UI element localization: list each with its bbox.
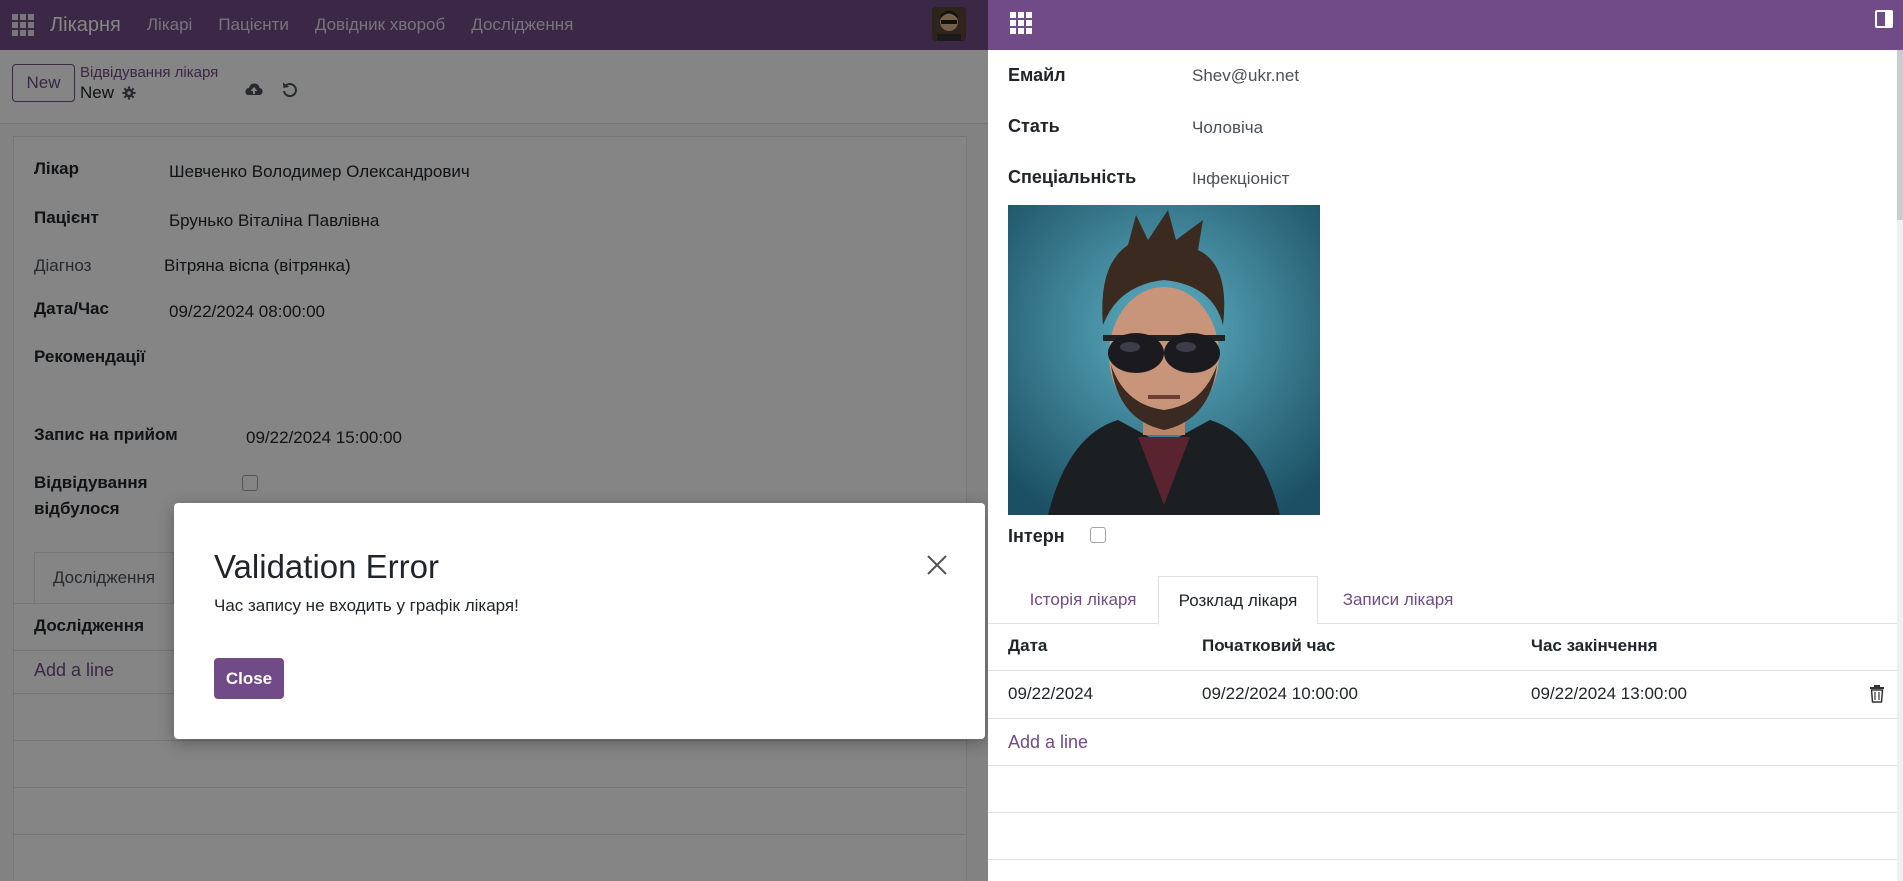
doctor-photo[interactable] (1008, 205, 1320, 515)
column-header-date[interactable]: Дата (1008, 636, 1047, 656)
tab-doctor-history[interactable]: Історія лікаря (1008, 576, 1158, 624)
tab-doctor-records[interactable]: Записи лікаря (1318, 576, 1478, 624)
add-line-link[interactable]: Add a line (1008, 732, 1088, 753)
tab-doctor-schedule[interactable]: Розклад лікаря (1158, 576, 1318, 625)
sidebar-toggle-icon[interactable] (1875, 10, 1893, 28)
specialty-label: Спеціальність (1008, 167, 1137, 187)
left-pane: Лікарня Лікарі Пацієнти Довідник хвороб … (0, 0, 988, 881)
table-divider (988, 670, 1903, 671)
dialog-message: Час запису не входить у графік лікаря! (214, 596, 519, 615)
doctor-tabs: Історія лікаря Розклад лікаря Записи лік… (988, 576, 1903, 625)
column-header-end-time[interactable]: Час закінчення (1531, 636, 1658, 656)
close-icon[interactable] (925, 553, 949, 577)
intern-checkbox[interactable] (1090, 527, 1106, 543)
column-header-start-time[interactable]: Початковий час (1202, 636, 1335, 656)
email-field[interactable]: Shev@ukr.net (1192, 66, 1299, 86)
right-topbar (988, 0, 1903, 50)
dialog-title: Validation Error (214, 548, 439, 585)
table-divider (988, 812, 1903, 813)
table-divider (988, 765, 1903, 766)
cell-end-time[interactable]: 09/22/2024 13:00:00 (1531, 684, 1687, 704)
gender-field[interactable]: Чоловіча (1192, 118, 1263, 138)
scrollbar-thumb[interactable] (1897, 50, 1903, 220)
specialty-field[interactable]: Інфекціоніст (1192, 169, 1289, 189)
table-divider (988, 718, 1903, 719)
validation-error-dialog: Validation Error Час запису не входить у… (174, 503, 985, 739)
table-divider (988, 859, 1903, 860)
intern-label: Інтерн (1008, 526, 1065, 546)
right-pane: Емайл Shev@ukr.net Стать Чоловіча Спеціа… (988, 0, 1903, 881)
email-label: Емайл (1008, 65, 1066, 85)
cell-start-time[interactable]: 09/22/2024 10:00:00 (1202, 684, 1358, 704)
gender-label: Стать (1008, 116, 1060, 136)
trash-icon[interactable] (1869, 685, 1885, 703)
cell-date[interactable]: 09/22/2024 (1008, 684, 1093, 704)
apps-menu-icon[interactable] (1010, 12, 1032, 34)
modal-backdrop[interactable] (0, 0, 988, 881)
close-button[interactable]: Close (214, 658, 284, 699)
